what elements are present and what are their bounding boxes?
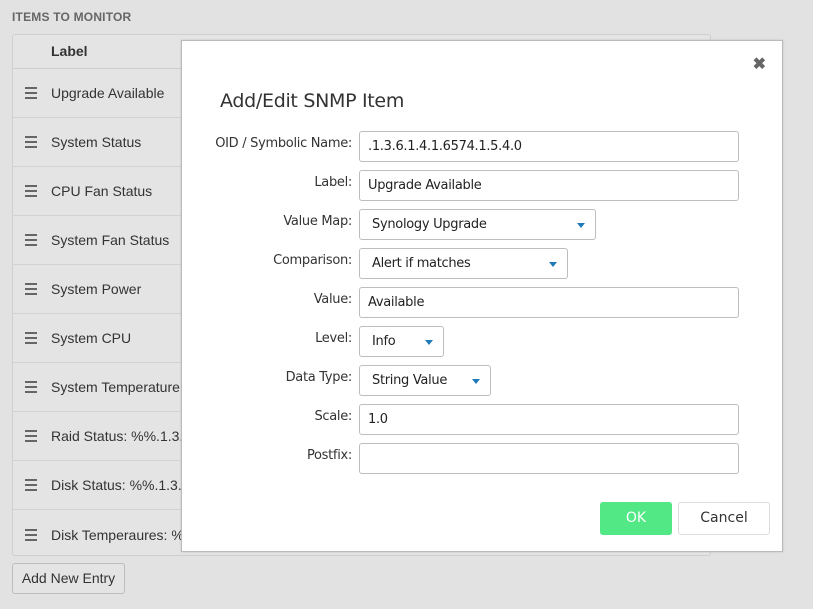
label-row: Label: Upgrade Available: [182, 170, 782, 201]
postfix-input[interactable]: [359, 443, 739, 474]
close-icon[interactable]: ✖: [753, 57, 766, 73]
list-item-label: Raid Status: %%.1.3.6.1: [51, 428, 203, 444]
level-row: Level: Info: [182, 326, 782, 357]
level-select[interactable]: Info: [359, 326, 444, 357]
scale-label: Scale:: [314, 409, 352, 424]
comparison-row: Comparison: Alert if matches: [182, 248, 782, 279]
list-item-label: System CPU: [51, 330, 132, 346]
cancel-button[interactable]: Cancel: [678, 502, 770, 535]
chevron-down-icon: [577, 223, 585, 228]
add-new-entry-button[interactable]: Add New Entry: [12, 563, 125, 594]
scale-input[interactable]: 1.0: [359, 404, 739, 435]
comparison-selected: Alert if matches: [372, 256, 471, 271]
list-item-label: System Status: [51, 134, 142, 150]
value-map-select[interactable]: Synology Upgrade: [359, 209, 596, 240]
oid-input[interactable]: .1.3.6.1.4.1.6574.1.5.4.0: [359, 131, 739, 162]
level-selected: Info: [372, 334, 396, 349]
data-type-selected: String Value: [372, 373, 448, 388]
postfix-label: Postfix:: [306, 448, 352, 463]
list-item-label: Disk Temperaures: %%.: [51, 526, 201, 543]
label-label: Label:: [314, 175, 352, 190]
postfix-row: Postfix:: [182, 443, 782, 474]
chevron-down-icon: [472, 379, 480, 384]
scale-row: Scale: 1.0: [182, 404, 782, 435]
value-map-row: Value Map: Synology Upgrade: [182, 209, 782, 240]
drag-handle-icon[interactable]: [25, 185, 37, 197]
list-item-label: Disk Status: %%.1.3.6.1: [51, 477, 202, 493]
drag-handle-icon[interactable]: [25, 381, 37, 393]
drag-handle-icon[interactable]: [25, 528, 37, 541]
drag-handle-icon[interactable]: [25, 283, 37, 295]
label-input[interactable]: Upgrade Available: [359, 170, 739, 201]
data-type-label: Data Type:: [285, 370, 353, 385]
value-map-label: Value Map:: [283, 214, 352, 229]
value-map-selected: Synology Upgrade: [372, 217, 487, 232]
level-label: Level:: [315, 331, 352, 346]
drag-handle-icon[interactable]: [25, 234, 37, 246]
data-type-select[interactable]: String Value: [359, 365, 491, 396]
list-item-label: System Fan Status: [51, 232, 170, 248]
list-item-label: CPU Fan Status: [51, 183, 153, 199]
value-label: Value:: [313, 292, 353, 307]
oid-row: OID / Symbolic Name: .1.3.6.1.4.1.6574.1…: [182, 131, 782, 162]
add-edit-snmp-dialog: ✖ Add/Edit SNMP Item OID / Symbolic Name…: [181, 40, 783, 552]
drag-handle-icon[interactable]: [25, 87, 37, 99]
chevron-down-icon: [549, 262, 557, 267]
ok-button[interactable]: OK: [600, 502, 672, 535]
list-item-label: Upgrade Available: [51, 85, 165, 101]
section-title: ITEMS TO MONITOR: [12, 10, 132, 24]
dialog-title: Add/Edit SNMP Item: [220, 90, 405, 112]
data-type-row: Data Type: String Value: [182, 365, 782, 396]
value-row: Value: Available: [182, 287, 782, 318]
oid-label: OID / Symbolic Name:: [215, 136, 352, 151]
drag-handle-icon[interactable]: [25, 479, 37, 491]
list-item-label: System Temperature: [51, 379, 180, 395]
list-item-label: System Power: [51, 281, 142, 297]
comparison-select[interactable]: Alert if matches: [359, 248, 568, 279]
comparison-label: Comparison:: [273, 253, 352, 268]
drag-handle-icon[interactable]: [25, 136, 37, 148]
drag-handle-icon[interactable]: [25, 430, 37, 442]
chevron-down-icon: [425, 340, 433, 345]
drag-handle-icon[interactable]: [25, 332, 37, 344]
value-input[interactable]: Available: [359, 287, 739, 318]
